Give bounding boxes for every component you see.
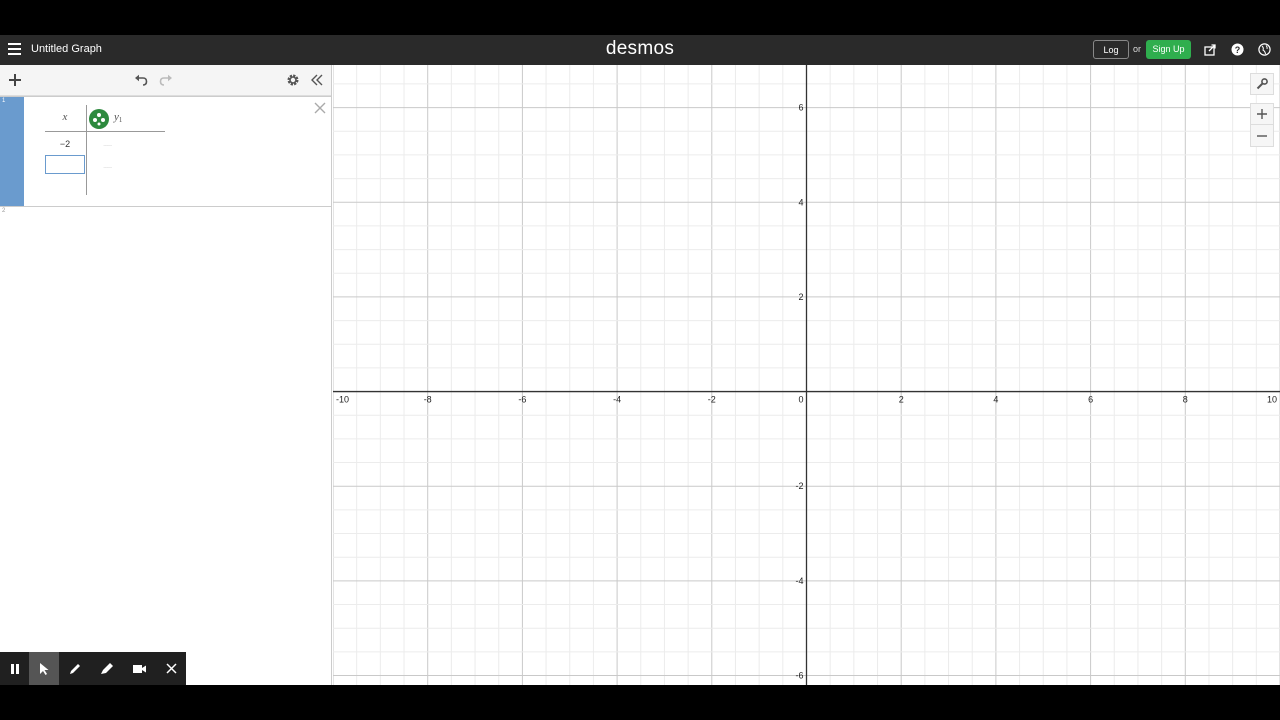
brand-logo: desmos [605,38,675,59]
double-chevron-left-icon[interactable] [309,72,325,88]
pen-icon[interactable] [60,652,90,685]
table-header-y[interactable]: y1 [114,111,122,124]
point-style-icon[interactable] [89,109,109,129]
table-divider-horizontal [45,131,165,132]
pointer-icon[interactable] [29,652,59,685]
table-cell-y2[interactable]: ......... [103,163,112,170]
y-tick-label: -4 [795,576,803,586]
or-label: or [1133,44,1142,54]
camera-icon[interactable] [124,652,154,685]
top-bar: Untitled Graph desmos Log In or Sign Up … [0,35,1280,74]
svg-text:?: ? [1235,45,1241,55]
x-tick-label: 0 [798,395,803,405]
gear-icon[interactable] [285,72,301,88]
redo-icon[interactable] [158,72,174,88]
x-tick-label: -4 [613,395,621,405]
wrench-icon[interactable] [1250,73,1274,95]
minus-icon [1257,134,1267,137]
graph-controls [1250,73,1275,147]
table-cell-input[interactable] [45,155,85,174]
y-tick-label: -6 [795,671,803,681]
y-tick-label: 4 [798,197,803,207]
x-tick-label: 6 [1088,395,1093,405]
zoom-out-button[interactable] [1250,125,1274,147]
x-tick-label: -8 [424,395,432,405]
graph-title[interactable]: Untitled Graph [31,43,102,55]
expression-index-empty-row: 2 [2,208,6,214]
close-icon[interactable] [313,101,327,115]
undo-icon[interactable] [133,72,149,88]
pause-icon[interactable] [0,652,30,685]
login-button[interactable]: Log In [1093,40,1129,74]
globe-icon[interactable] [1257,42,1272,57]
expression-index: 1 [2,98,6,104]
x-tick-label: -10 [336,395,349,405]
table-cell-x1[interactable]: −2 [45,139,85,149]
y-tick-label: 6 [798,103,803,113]
hamburger-icon[interactable] [8,43,21,56]
x-tick-label: -6 [518,395,526,405]
share-icon[interactable] [1203,42,1218,57]
plus-icon[interactable] [7,72,23,88]
highlighter-icon[interactable] [92,652,122,685]
signup-button[interactable]: Sign Up [1146,40,1191,59]
x-tick-label: 8 [1183,395,1188,405]
plus-icon [1257,109,1267,119]
x-tick-label: 2 [899,395,904,405]
help-icon[interactable]: ? [1230,42,1245,57]
x-tick-label: -2 [708,395,716,405]
close-icon[interactable] [156,652,186,685]
table-header-x[interactable]: x [45,111,85,123]
x-tick-label: 10 [1267,395,1277,405]
table-header-y-subscript: 1 [118,116,123,124]
graph-canvas[interactable]: -10 -8 -6 -4 -2 0 2 4 6 8 10 6 4 2 -2 -4 -6 [333,65,1280,685]
graph-paper[interactable]: -10 -8 -6 -4 -2 0 2 4 6 8 10 6 4 2 -2 -4 -6 [333,65,1280,685]
expression-toolbar [0,65,331,96]
zoom-in-button[interactable] [1250,103,1274,125]
expression-panel: 1 x y1 −2 ......... ......... 2 [0,65,332,685]
y-tick-label: 2 [798,292,803,302]
y-tick-label: -2 [795,481,803,491]
expression-row-table[interactable]: 1 x y1 −2 ......... ......... [0,96,331,207]
recorder-toolbar [0,652,186,685]
x-tick-label: 4 [993,395,998,405]
table-divider-vertical [86,105,87,195]
desmos-app: Untitled Graph desmos Log In or Sign Up … [0,35,1280,685]
table-cell-y1[interactable]: ......... [103,141,112,148]
expression-row-tab[interactable] [0,97,24,206]
